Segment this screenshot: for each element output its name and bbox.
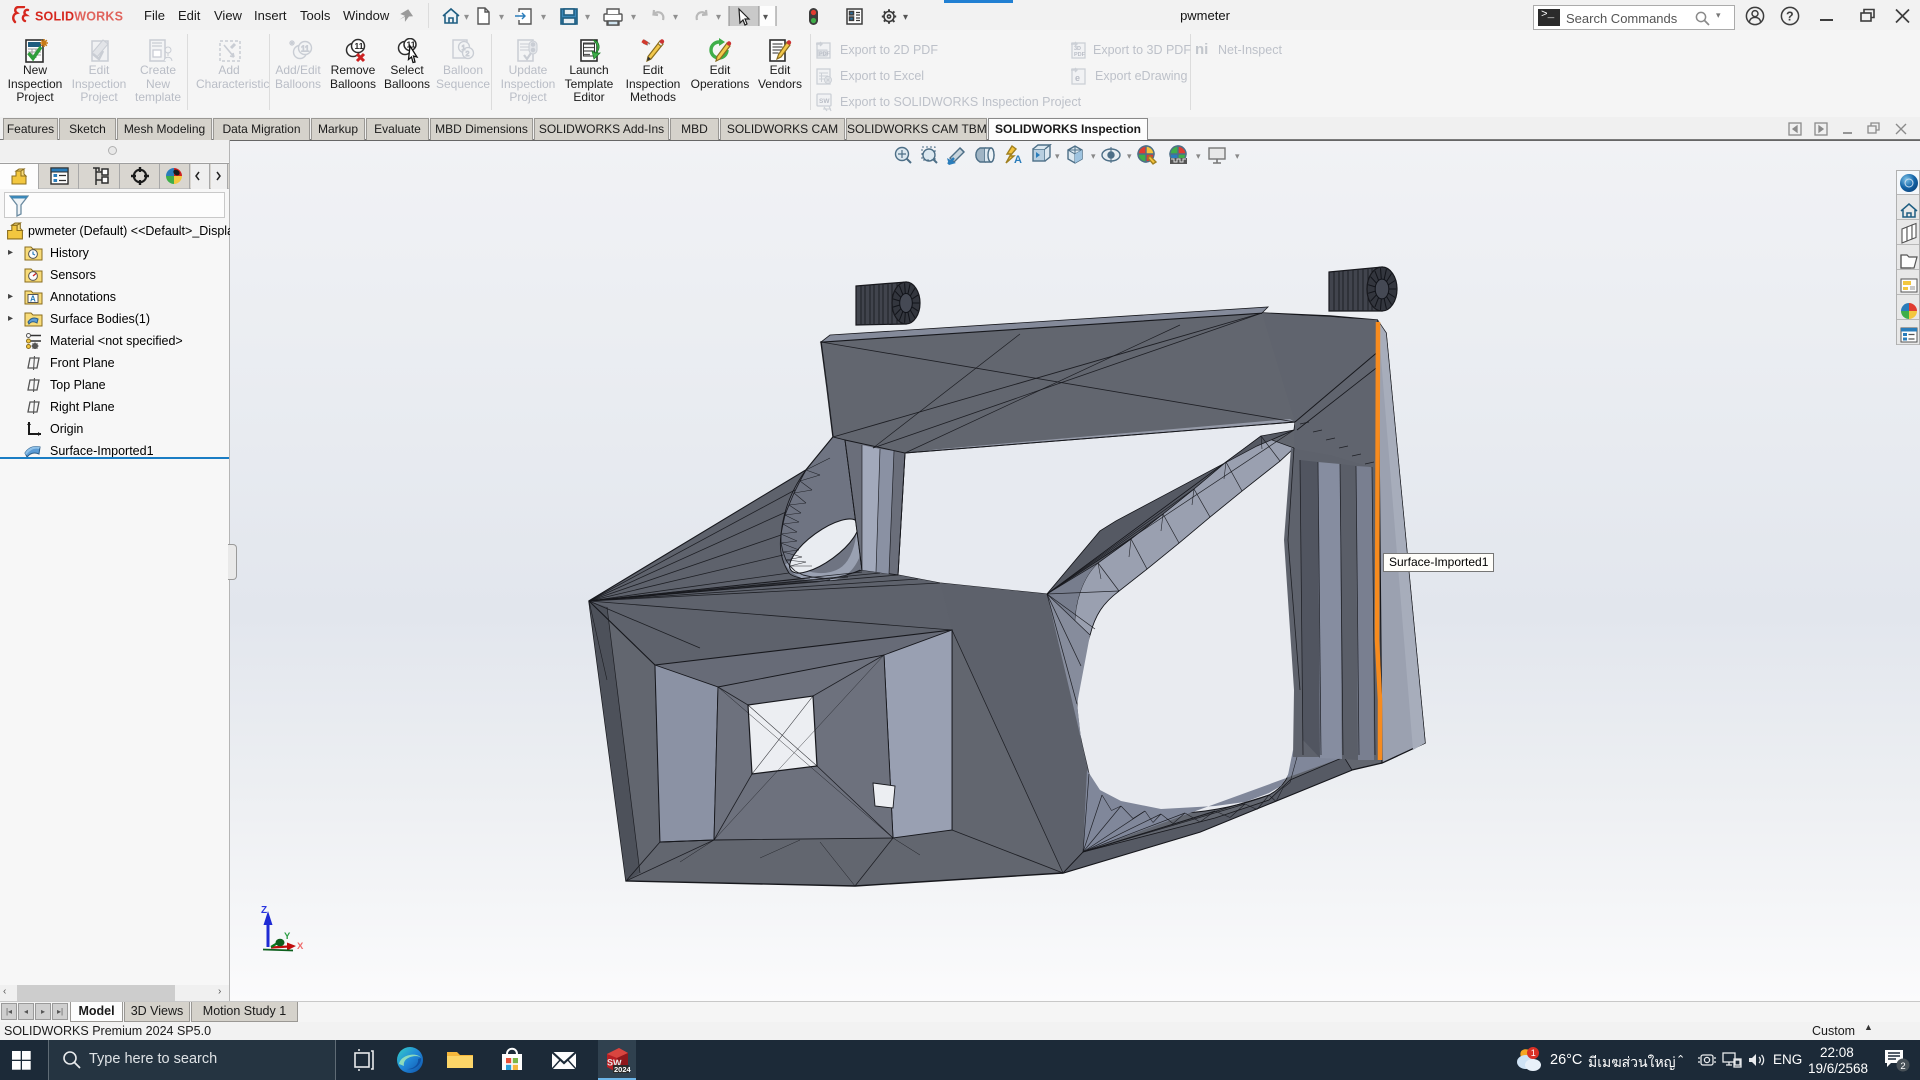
svg-text:1: 1 — [1531, 1048, 1536, 1058]
svg-text:X: X — [297, 941, 304, 952]
svg-text:▾: ▾ — [631, 12, 636, 23]
svg-text:e: e — [1075, 73, 1080, 83]
svg-text:2: 2 — [1900, 1061, 1905, 1072]
svg-text:▾: ▾ — [716, 12, 721, 23]
svg-text:SW: SW — [819, 98, 830, 105]
svg-text:11: 11 — [301, 45, 310, 54]
svg-text:Z: Z — [261, 905, 267, 916]
svg-text:A: A — [30, 295, 36, 304]
svg-text:ni: ni — [1195, 41, 1208, 58]
svg-text:SOLIDWORKS: SOLIDWORKS — [35, 10, 123, 24]
svg-text:11: 11 — [355, 41, 364, 51]
svg-text:2024: 2024 — [614, 1065, 632, 1074]
svg-text:Y: Y — [284, 931, 291, 942]
svg-text:▾: ▾ — [499, 12, 504, 23]
svg-text:?: ? — [1786, 10, 1794, 24]
svg-text:▾: ▾ — [464, 12, 469, 23]
svg-text:▾: ▾ — [763, 12, 768, 23]
svg-text:PDF: PDF — [819, 52, 831, 58]
svg-text:▾: ▾ — [903, 12, 908, 23]
svg-text:2: 2 — [466, 51, 470, 58]
svg-text:▾: ▾ — [585, 12, 590, 23]
svg-text:▾: ▾ — [673, 12, 678, 23]
svg-text:PDF: PDF — [1074, 52, 1086, 58]
svg-text:▾: ▾ — [541, 12, 546, 23]
